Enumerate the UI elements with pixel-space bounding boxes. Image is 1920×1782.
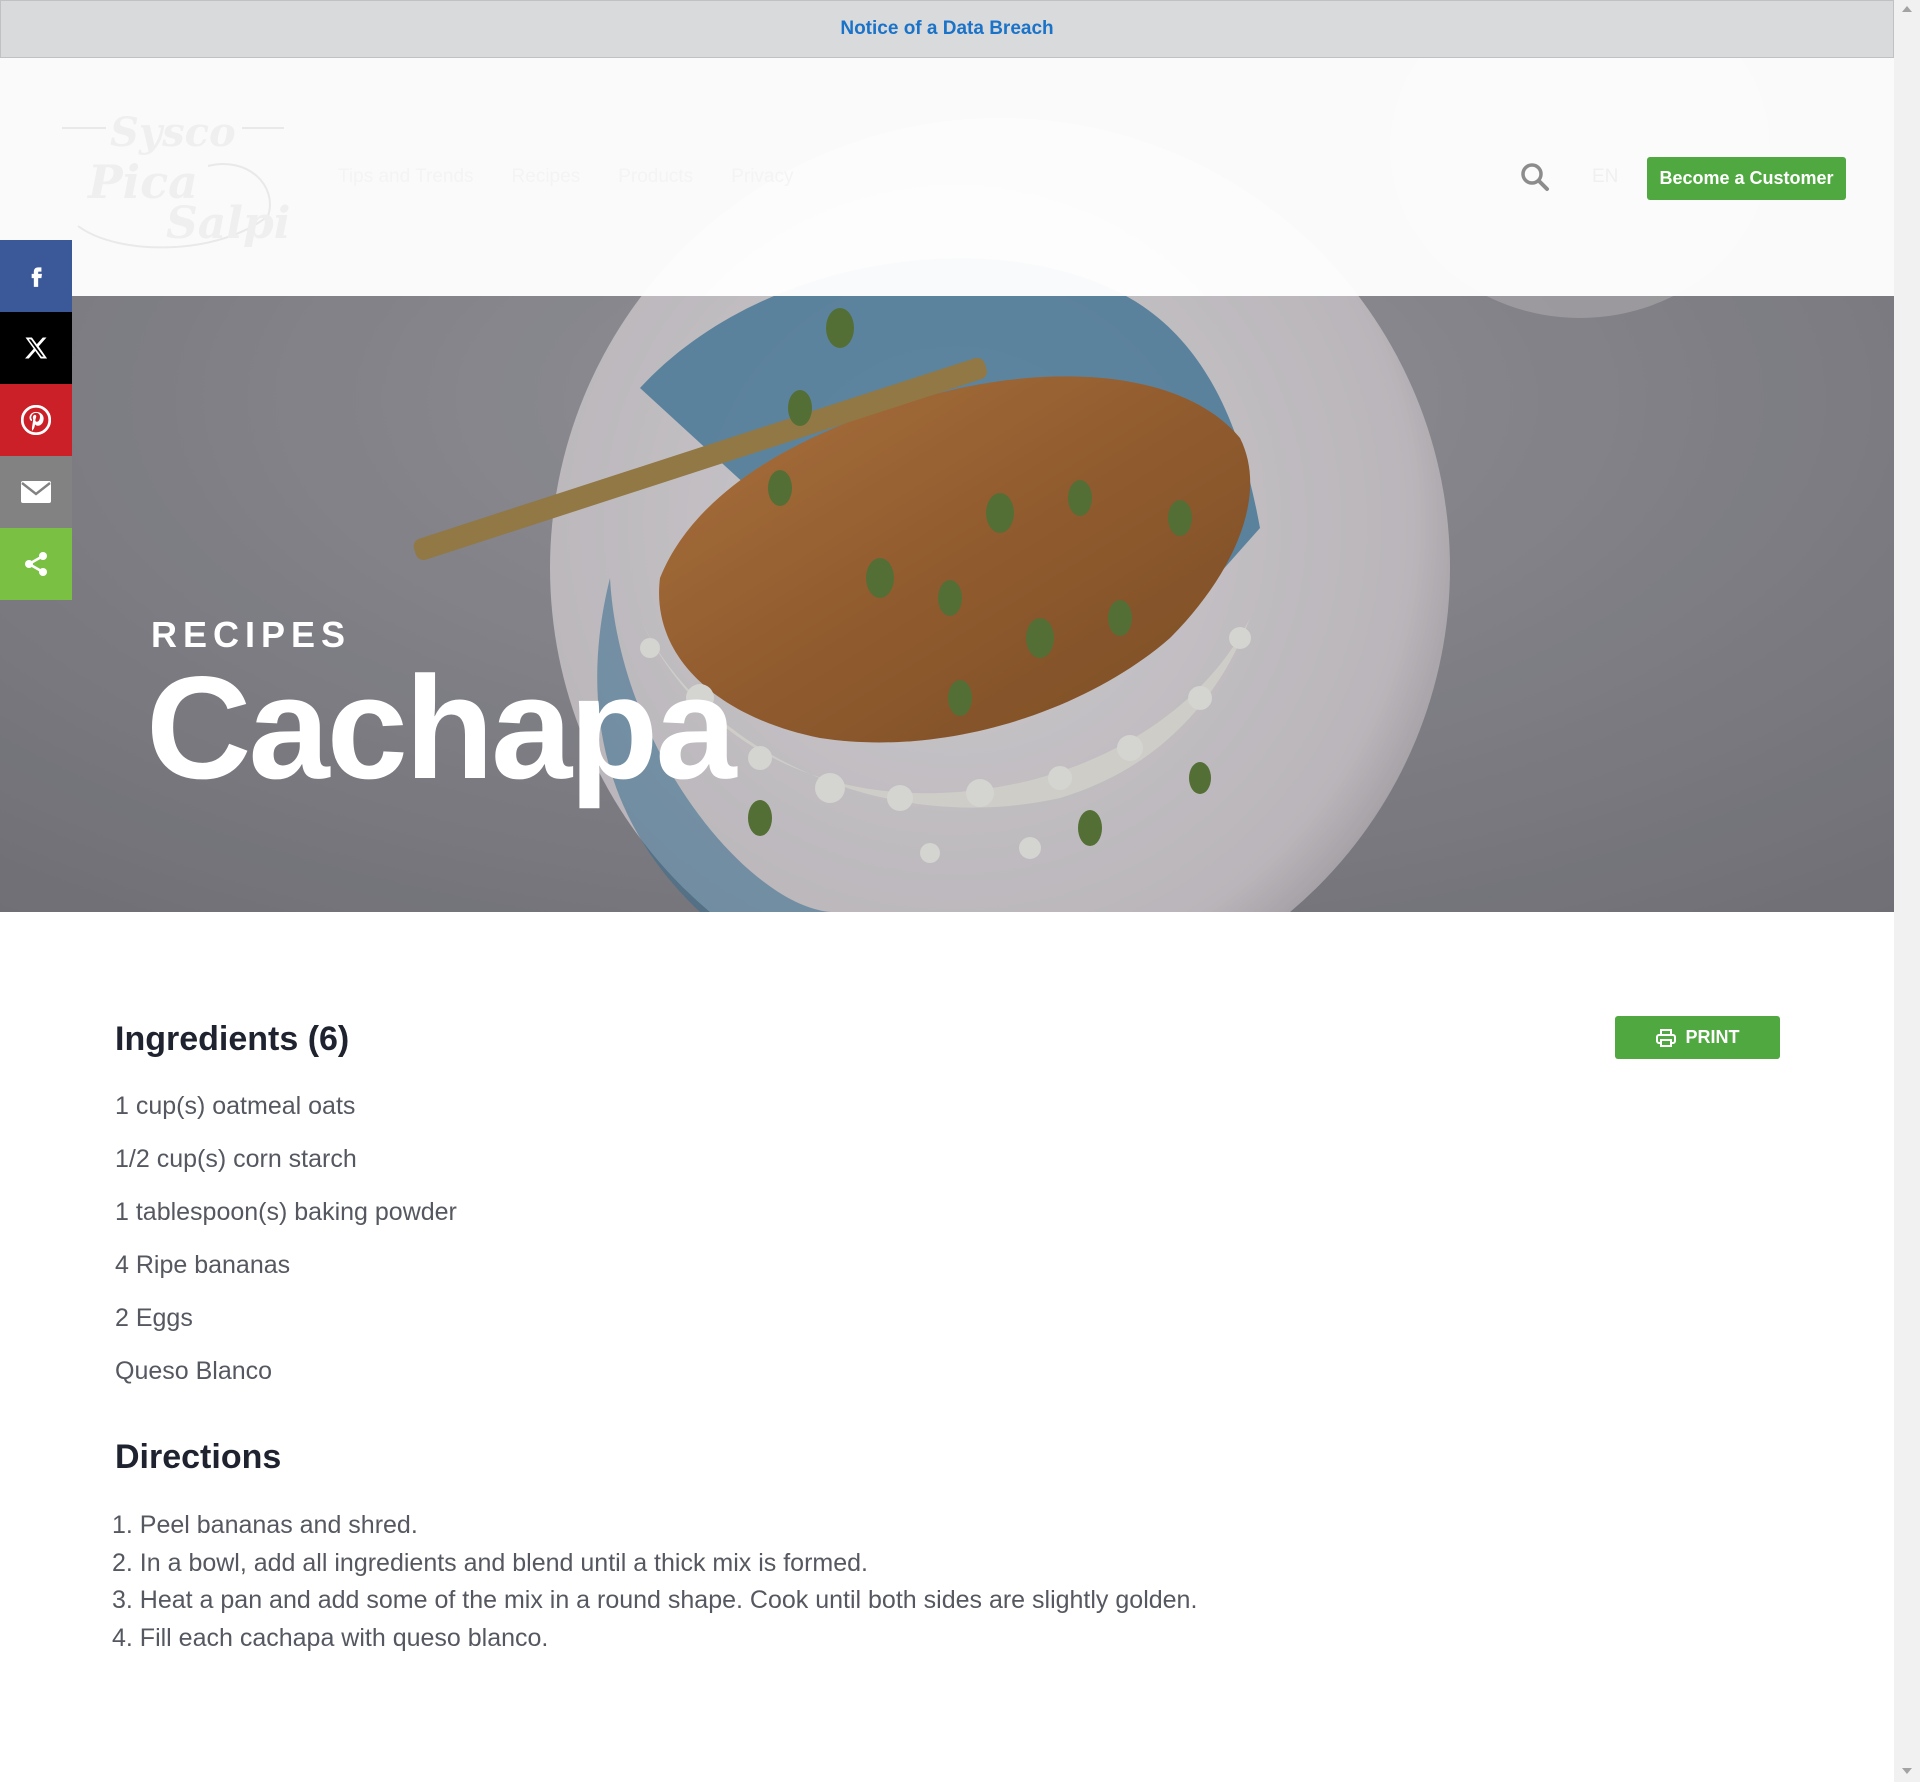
directions-list: 1. Peel bananas and shred. 2. In a bowl,… [112,1509,1197,1659]
facebook-icon [31,267,42,287]
share-bar [0,240,72,600]
ingredients-list: 1 cup(s) oatmeal oats 1/2 cup(s) corn st… [115,1090,457,1408]
print-label: PRINT [1685,1027,1740,1047]
data-breach-link[interactable]: Notice of a Data Breach [840,18,1053,40]
ingredient-item: Queso Blanco [115,1357,273,1385]
notice-bar: Notice of a Data Breach [0,0,1894,58]
ingredient-item: 1 tablespoon(s) baking powder [115,1198,457,1226]
become-customer-button[interactable]: Become a Customer [1647,157,1846,200]
pinterest-icon [21,405,51,435]
sysco-pica-salpica-logo[interactable]: Sysco Pica Salpica [58,106,290,256]
hero: Sysco Pica Salpica Tips and Trends Recip… [0,58,1894,912]
pinterest-share-button[interactable] [0,384,72,456]
ingredient-item: 1 cup(s) oatmeal oats [115,1092,356,1120]
directions-heading: Directions [115,1438,282,1476]
svg-text:Salpica: Salpica [166,198,290,249]
direction-step: 3. Heat a pan and add some of the mix in… [112,1586,1198,1615]
direction-step: 4. Fill each cachapa with queso blanco. [112,1623,549,1652]
email-icon [21,481,51,503]
search-icon[interactable] [1520,162,1550,192]
printer-icon [1655,1028,1676,1047]
more-share-button[interactable] [0,528,72,600]
print-button[interactable]: PRINT [1615,1016,1780,1059]
direction-step: 1. Peel bananas and shred. [112,1511,418,1539]
ingredient-item: 4 Ripe bananas [115,1251,291,1279]
language-selector[interactable]: EN [1592,166,1618,188]
nav-item-recipes[interactable]: Recipes [512,166,581,188]
direction-step: 2. In a bowl, add all ingredients and bl… [112,1548,868,1577]
facebook-share-button[interactable] [0,240,72,312]
main-nav: Tips and Trends Recipes Products Privacy [338,166,793,188]
ingredients-heading: Ingredients (6) [115,1020,350,1058]
svg-text:Sysco: Sysco [110,109,236,156]
x-share-button[interactable] [0,312,72,384]
nav-item-tips-and-trends[interactable]: Tips and Trends [338,166,474,188]
nav-item-privacy[interactable]: Privacy [731,166,793,188]
scroll-up-arrow[interactable] [1902,6,1912,12]
page-scrollbar[interactable] [1894,0,1920,1782]
scroll-down-arrow[interactable] [1902,1768,1912,1774]
site-header: Sysco Pica Salpica Tips and Trends Recip… [0,58,1894,296]
ingredient-item: 1/2 cup(s) corn starch [115,1145,357,1173]
ingredient-item: 2 Eggs [115,1304,193,1332]
nav-item-products[interactable]: Products [618,166,693,188]
x-icon [25,337,48,359]
share-icon [25,552,47,576]
email-share-button[interactable] [0,456,72,528]
page-title: Cachapa [146,646,737,809]
